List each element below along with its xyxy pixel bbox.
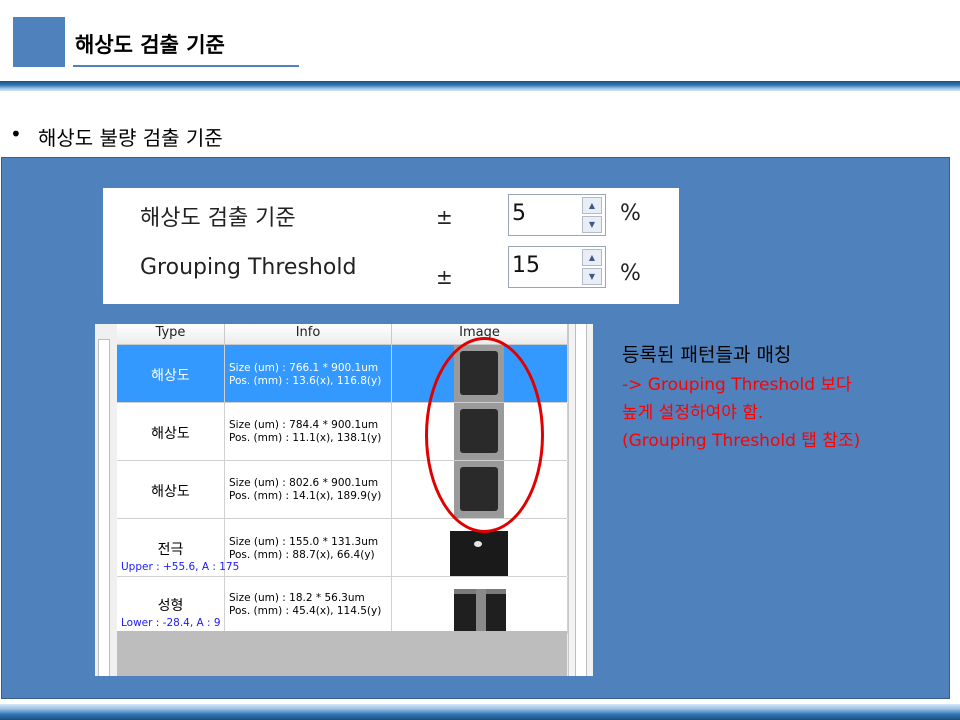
resolution-criteria-spinner[interactable]: 5 ▲ ▼ bbox=[508, 194, 606, 236]
row-pos: Pos. (mm) : 88.7(x), 66.4(y) bbox=[229, 549, 375, 561]
resolution-criteria-value[interactable]: 5 bbox=[512, 201, 526, 226]
left-panel-frame bbox=[95, 324, 118, 676]
row-pos: Pos. (mm) : 14.1(x), 189.9(y) bbox=[229, 490, 382, 502]
spin-down-icon[interactable]: ▼ bbox=[582, 216, 602, 233]
column-header-info[interactable]: Info bbox=[225, 324, 392, 345]
row-size: Size (um) : 18.2 * 56.3um bbox=[229, 592, 365, 604]
page-title: 해상도 검출 기준 bbox=[75, 33, 225, 57]
resolution-plusminus: ± bbox=[436, 205, 453, 229]
row-size: Size (um) : 766.1 * 900.1um bbox=[229, 362, 379, 374]
table-row[interactable]: 성형 Lower : -28.4, A : 9 Size (um) : 18.2… bbox=[117, 577, 568, 635]
title-underline bbox=[73, 65, 299, 67]
note-line: -> Grouping Threshold 보다 bbox=[622, 375, 852, 395]
electrode-thumbnail bbox=[450, 531, 508, 576]
row-sub-info: Upper : +55.6, A : 175 bbox=[121, 561, 240, 573]
grouping-threshold-spinner[interactable]: 15 ▲ ▼ bbox=[508, 246, 606, 288]
resolution-unit: % bbox=[620, 201, 641, 226]
note-line: 높게 설정하여야 함. bbox=[622, 403, 764, 423]
column-header-type[interactable]: Type bbox=[117, 324, 225, 345]
spin-up-icon[interactable]: ▲ bbox=[582, 249, 602, 266]
grouping-threshold-value[interactable]: 15 bbox=[512, 253, 540, 278]
settings-panel: 해상도 검출 기준 ± 5 ▲ ▼ % Grouping Threshold ±… bbox=[103, 188, 679, 304]
row-size: Size (um) : 155.0 * 131.3um bbox=[229, 536, 379, 548]
grouping-threshold-label: Grouping Threshold bbox=[140, 255, 357, 280]
row-pos: Pos. (mm) : 45.4(x), 114.5(y) bbox=[229, 605, 382, 617]
row-pos: Pos. (mm) : 11.1(x), 138.1(y) bbox=[229, 432, 382, 444]
grouping-plusminus: ± bbox=[436, 265, 453, 289]
row-image bbox=[392, 577, 568, 634]
row-pos: Pos. (mm) : 13.6(x), 116.8(y) bbox=[229, 375, 382, 387]
resolution-criteria-label: 해상도 검출 기준 bbox=[140, 206, 296, 231]
row-size: Size (um) : 802.6 * 900.1um bbox=[229, 477, 379, 489]
spin-down-icon[interactable]: ▼ bbox=[582, 268, 602, 285]
note-title: 등록된 패턴들과 매칭 bbox=[622, 344, 792, 366]
header-divider-band bbox=[0, 81, 960, 91]
row-type: 성형 bbox=[157, 598, 184, 614]
grouping-unit: % bbox=[620, 261, 641, 286]
grid-empty-area bbox=[117, 631, 567, 676]
note-line: (Grouping Threshold 탭 참조) bbox=[622, 431, 861, 451]
bullet-marker: • bbox=[10, 122, 22, 146]
row-type: 전극 bbox=[157, 542, 184, 558]
row-type: 해상도 bbox=[151, 484, 190, 500]
spin-up-icon[interactable]: ▲ bbox=[582, 197, 602, 214]
row-sub-info: Lower : -28.4, A : 9 bbox=[121, 617, 221, 629]
row-type: 해상도 bbox=[151, 426, 190, 442]
right-scroll-frame[interactable] bbox=[568, 324, 593, 676]
highlight-ellipse bbox=[425, 337, 544, 533]
forming-thumbnail bbox=[454, 589, 506, 634]
row-type: 해상도 bbox=[151, 368, 190, 384]
footer-band bbox=[0, 704, 960, 720]
row-size: Size (um) : 784.4 * 900.1um bbox=[229, 419, 379, 431]
bullet-text: 해상도 불량 검출 기준 bbox=[38, 126, 223, 150]
title-accent-square bbox=[13, 17, 65, 67]
